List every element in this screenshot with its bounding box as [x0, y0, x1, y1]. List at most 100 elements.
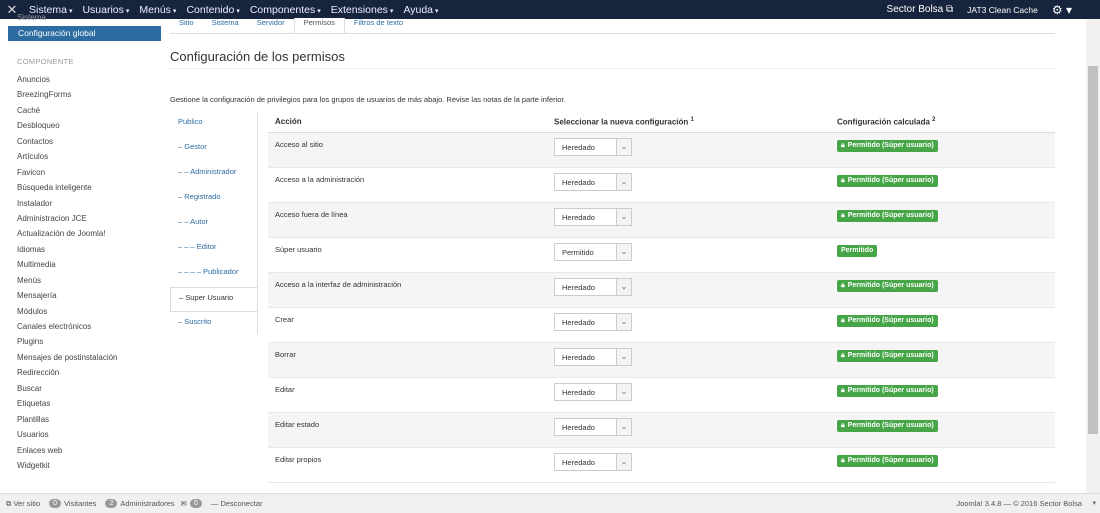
user-groups-nav: Publico – Gestor – – Administrador – Regist…	[170, 112, 258, 337]
tab-1[interactable]: Sistema	[203, 18, 248, 34]
group-tab[interactable]: – – – – Publicador	[170, 262, 258, 287]
group-tab[interactable]: – – Administrador	[170, 162, 258, 187]
sidebar-item[interactable]: Favicon	[17, 165, 118, 180]
group-tab[interactable]: – – – Editor	[170, 237, 258, 262]
sidebar: Sistema Configuración global COMPONENTE …	[0, 13, 166, 493]
sidebar-item[interactable]: Búsqueda inteligente	[17, 180, 118, 195]
sidebar-item[interactable]: Redirección	[17, 365, 118, 380]
permission-select[interactable]: Heredado ⌄	[554, 278, 632, 296]
scrollbar-thumb[interactable]	[1088, 66, 1098, 434]
sidebar-item[interactable]: Usuarios	[17, 427, 118, 442]
action-label: Acceso a la interfaz de administración	[275, 280, 402, 289]
site-link[interactable]: Sector Bolsa ⧉	[887, 4, 954, 15]
clean-cache-link[interactable]: JAT3 Clean Cache	[967, 5, 1038, 15]
calculated-badge: 🔒︎ Permitido (Súper usuario)	[837, 420, 938, 432]
header-seleccionar: Seleccionar la nueva configuración 1	[554, 117, 694, 127]
table-row: Editar propios Heredado ⌄ 🔒︎ Permitido (Súpe…	[268, 448, 1055, 483]
sidebar-item[interactable]: Actualización de Joomla!	[17, 226, 118, 241]
menu-item-6[interactable]: Ayuda ▾	[398, 4, 443, 16]
menu-item-5[interactable]: Extensiones ▾	[326, 4, 399, 16]
chevron-down-icon: ⌄	[616, 279, 631, 295]
calculated-badge: 🔒︎ Permitido (Súper usuario)	[837, 140, 938, 152]
sidebar-item[interactable]: Mensajes de postinstalación	[17, 350, 118, 365]
ver-sitio-link[interactable]: ⧉ Ver sitio	[6, 499, 40, 509]
permissions-table: Acción Seleccionar la nueva configuració…	[268, 112, 1055, 483]
calculated-badge: 🔒︎ Permitido (Súper usuario)	[837, 350, 938, 362]
sidebar-item[interactable]: Mensajería	[17, 288, 118, 303]
table-body: Acceso al sitio Heredado ⌄ 🔒︎ Permitido (Súp…	[268, 133, 1055, 483]
group-tab[interactable]: – Gestor	[170, 137, 258, 162]
menu-item-2[interactable]: Menús ▾	[134, 4, 181, 16]
chevron-down-icon: ⌄	[616, 174, 631, 190]
permission-select[interactable]: Heredado ⌄	[554, 138, 632, 156]
calculated-badge: 🔒︎ Permitido (Súper usuario)	[837, 315, 938, 327]
top-navbar: ✕ Sistema ▾ Usuarios ▾ Menús ▾ Contenido ▾ Compo…	[0, 0, 1100, 19]
messages-status[interactable]: ✉ 0	[181, 499, 205, 508]
sidebar-item[interactable]: Widgetkit	[17, 458, 118, 473]
group-tab[interactable]: Publico	[170, 112, 258, 137]
menu-item-4[interactable]: Componentes ▾	[245, 4, 326, 16]
permission-select[interactable]: Heredado ⌄	[554, 173, 632, 191]
sidebar-item[interactable]: Administracion JCE	[17, 211, 118, 226]
group-tab[interactable]: – Super Usuario	[170, 287, 258, 312]
table-row: Borrar Heredado ⌄ 🔒︎ Permitido (Súper usuari…	[268, 343, 1055, 378]
sidebar-item[interactable]: Multimedia	[17, 257, 118, 272]
permission-select[interactable]: Heredado ⌄	[554, 383, 632, 401]
sidebar-item[interactable]: Instalador	[17, 196, 118, 211]
menu-item-3[interactable]: Contenido ▾	[181, 4, 244, 16]
tab-0[interactable]: Sitio	[170, 18, 203, 34]
chevron-down-icon[interactable]: ▾	[1092, 499, 1096, 507]
sidebar-item-hidden[interactable]: Sistema	[17, 13, 46, 22]
permission-select[interactable]: Heredado ⌄	[554, 418, 632, 436]
sidebar-item[interactable]: Caché	[17, 103, 118, 118]
sidebar-item[interactable]: BreezingForms	[17, 87, 118, 102]
action-label: Acceso fuera de línea	[275, 210, 348, 219]
table-row: Editar estado Heredado ⌄ 🔒︎ Permitido (Súper…	[268, 413, 1055, 448]
group-tab[interactable]: – Registrado	[170, 187, 258, 212]
group-tab[interactable]: – – Autor	[170, 212, 258, 237]
desconectar-link[interactable]: — Desconectar	[211, 499, 263, 508]
lock-icon: 🔒︎	[841, 422, 845, 429]
lock-icon: 🔒︎	[841, 387, 845, 394]
caret-down-icon: ▾	[125, 7, 130, 15]
action-label: Súper usuario	[275, 245, 322, 254]
action-label: Crear	[275, 315, 294, 324]
sidebar-item[interactable]: Idiomas	[17, 242, 118, 257]
sidebar-item-configuracion-global[interactable]: Configuración global	[8, 26, 161, 41]
external-link-icon: ⧉	[6, 498, 12, 508]
calculated-badge: 🔒︎ Permitido (Súper usuario)	[837, 175, 938, 187]
permission-select[interactable]: Heredado ⌄	[554, 453, 632, 471]
sidebar-item[interactable]: Contactos	[17, 134, 118, 149]
sidebar-item[interactable]: Plantillas	[17, 412, 118, 427]
group-tab[interactable]: – Suscrito	[170, 312, 258, 337]
sidebar-item[interactable]: Buscar	[17, 381, 118, 396]
page-scrollbar[interactable]	[1086, 19, 1100, 493]
chevron-down-icon: ⌄	[616, 384, 631, 400]
menu-item-1[interactable]: Usuarios ▾	[77, 4, 134, 16]
sidebar-item[interactable]: Menús	[17, 273, 118, 288]
tab-2[interactable]: Servidor	[248, 18, 294, 34]
permission-select[interactable]: Permitido ⌄	[554, 243, 632, 261]
action-label: Editar propios	[275, 455, 322, 464]
sidebar-item[interactable]: Anuncios	[17, 72, 118, 87]
permission-select[interactable]: Heredado ⌄	[554, 208, 632, 226]
sidebar-item[interactable]: Plugins	[17, 334, 118, 349]
tab-4[interactable]: Filtros de texto	[345, 18, 412, 34]
tab-3[interactable]: Permisos	[293, 18, 345, 34]
page-description: Gestione la configuración de privilegios…	[170, 95, 566, 104]
sidebar-item[interactable]: Artículos	[17, 149, 118, 164]
permission-select[interactable]: Heredado ⌄	[554, 348, 632, 366]
sidebar-item[interactable]: Desbloqueo	[17, 118, 118, 133]
chevron-down-icon: ⌄	[616, 139, 631, 155]
chevron-down-icon: ⌄	[616, 349, 631, 365]
table-row: Acceso a la interfaz de administración He…	[268, 273, 1055, 308]
sidebar-item[interactable]: Módulos	[17, 304, 118, 319]
sidebar-item[interactable]: Canales electrónicos	[17, 319, 118, 334]
action-label: Editar estado	[275, 420, 320, 429]
calculated-badge: 🔒︎ Permitido (Súper usuario)	[837, 385, 938, 397]
sidebar-item[interactable]: Enlaces web	[17, 443, 118, 458]
permission-select[interactable]: Heredado ⌄	[554, 313, 632, 331]
sidebar-item[interactable]: Etiquetas	[17, 396, 118, 411]
gear-icon[interactable]: ⚙ ▾	[1052, 3, 1072, 17]
chevron-down-icon: ⌄	[616, 419, 631, 435]
